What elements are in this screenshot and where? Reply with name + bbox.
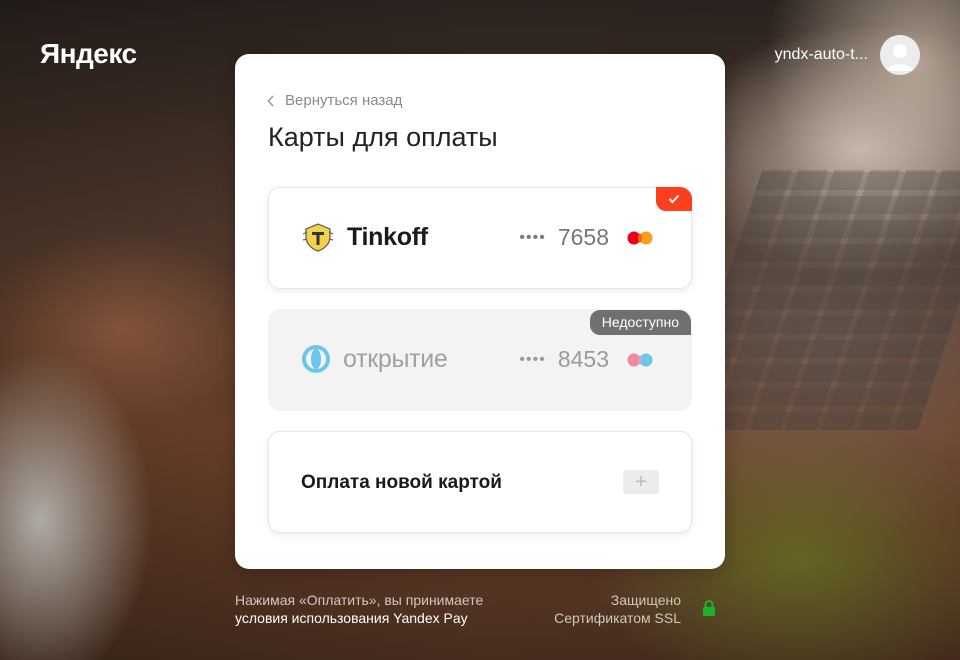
card-mask: ••••	[519, 350, 546, 368]
new-card-label: Оплата новой картой	[301, 472, 502, 493]
terms-notice: Нажимая «Оплатить», вы принимаете услови…	[235, 591, 483, 627]
card-mask: ••••	[519, 228, 546, 246]
unavailable-badge: Недоступно	[589, 310, 691, 335]
back-link[interactable]: Вернуться назад	[267, 92, 402, 109]
lock-icon	[703, 600, 715, 616]
card-last4: 8453	[557, 346, 609, 372]
selected-badge	[656, 187, 692, 211]
back-label: Вернуться назад	[285, 92, 403, 109]
bank-name: открытие	[343, 344, 448, 373]
chevron-left-icon	[267, 94, 274, 107]
user-avatar-icon	[880, 35, 920, 75]
card-tinkoff[interactable]: Tinkoff •••• 7658	[268, 187, 692, 289]
user-name[interactable]: yndx-auto-t...	[775, 46, 868, 64]
terms-link[interactable]: условия использования Yandex Pay	[235, 609, 483, 627]
mastercard-icon	[627, 353, 653, 367]
plus-icon: +	[623, 470, 659, 494]
payment-cards-panel: Вернуться назад Карты для оплаты Tinkoff…	[235, 54, 725, 569]
card-number: •••• 7658	[519, 224, 609, 251]
bank-logo: Tinkoff	[301, 222, 428, 252]
yandex-logo[interactable]: Яндекс	[40, 38, 137, 70]
terms-prefix: Нажимая «Оплатить», вы принимаете	[235, 592, 484, 608]
ssl-line-1: Защищено	[610, 592, 681, 608]
card-otkritie: открытие •••• 8453 Недоступно	[268, 309, 692, 411]
page-title: Карты для оплаты	[268, 122, 498, 152]
add-new-card-button[interactable]: Оплата новой картой +	[268, 431, 692, 533]
card-number: •••• 8453	[519, 346, 609, 373]
bank-name: Tinkoff	[347, 222, 428, 251]
avatar[interactable]	[880, 35, 920, 75]
otkritie-logo-icon	[302, 345, 330, 373]
ssl-line-2: Сертификатом SSL	[554, 610, 681, 626]
card-last4: 7658	[557, 224, 609, 250]
check-icon	[668, 194, 680, 204]
ssl-notice: Защищено Сертификатом SSL	[554, 591, 681, 627]
user-menu[interactable]: yndx-auto-t...	[775, 35, 920, 75]
tinkoff-logo-icon	[302, 223, 334, 252]
mastercard-icon	[627, 231, 653, 245]
bank-logo: открытие	[301, 344, 448, 374]
